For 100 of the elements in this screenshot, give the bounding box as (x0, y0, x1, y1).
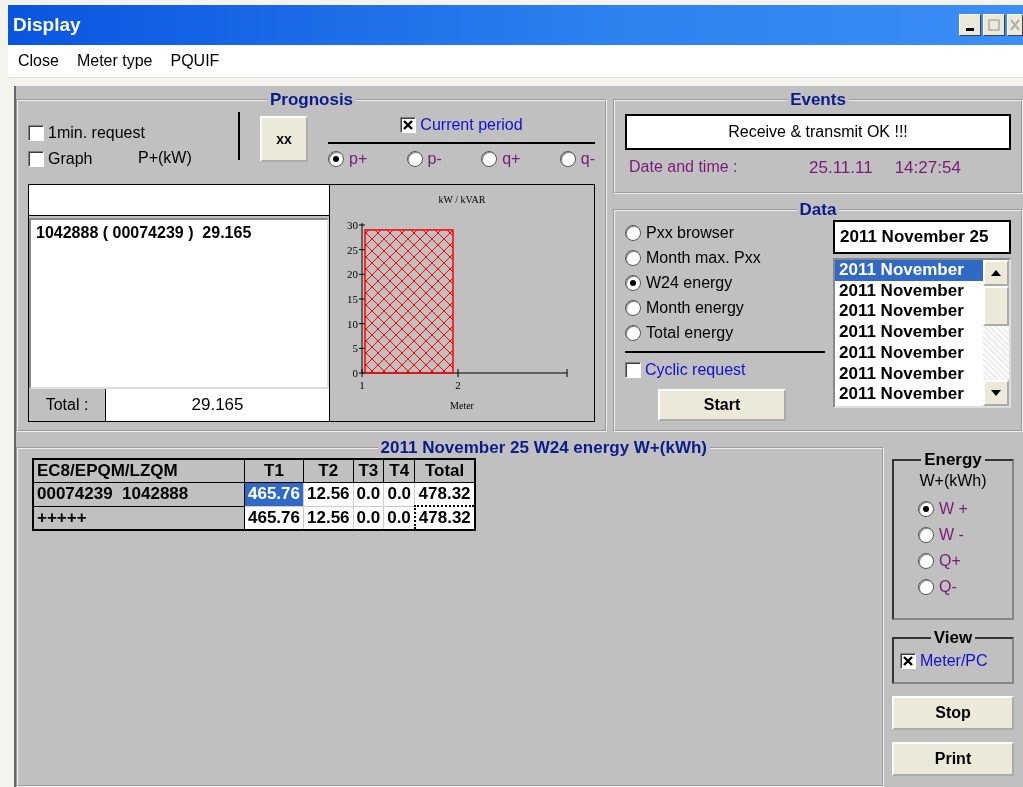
table-cell[interactable]: 478.32 (414, 506, 475, 530)
radio-button[interactable] (918, 553, 934, 569)
tick-label: 20 (347, 268, 358, 281)
radio-label: Total energy (646, 323, 734, 342)
radio-option[interactable]: Q+ (918, 548, 1006, 574)
radio-option[interactable]: W - (918, 522, 1006, 548)
list-item[interactable]: 2011 November (835, 363, 983, 385)
radio-label: Q+ (939, 552, 961, 570)
column-header: EC8/EPQM/LZQM (33, 459, 245, 483)
checkbox-box[interactable] (900, 653, 916, 669)
action-button[interactable]: Stop (892, 696, 1014, 730)
list-item[interactable]: 2011 November (835, 384, 983, 405)
checkbox-label: Meter/PC (920, 652, 988, 670)
date-value: 25.11.11 (809, 158, 873, 178)
column-header: T3 (353, 459, 384, 483)
list-row[interactable]: 1042888 ( 00074239 ) 29.165 (36, 224, 322, 242)
radio-label: Month max. Pxx (646, 248, 761, 267)
column-header: Total (414, 459, 475, 483)
menu-item[interactable]: PQUIF (170, 52, 220, 70)
radio-label: p- (427, 150, 442, 168)
minimize-button[interactable] (959, 14, 981, 36)
column-header: T4 (383, 459, 415, 483)
checkbox-box[interactable] (28, 125, 44, 141)
scroll-down-button[interactable] (983, 380, 1009, 406)
group-title: Data (798, 200, 838, 220)
close-icon (1010, 19, 1020, 31)
radio-option[interactable]: p+ (328, 150, 368, 168)
radio-button[interactable] (481, 151, 498, 167)
table-cell[interactable]: +++++ (33, 506, 245, 530)
close-button[interactable] (1007, 14, 1023, 36)
start-button[interactable]: Start (658, 389, 786, 421)
radio-button[interactable] (559, 151, 576, 167)
column-header: T1 (244, 459, 304, 483)
list-item[interactable]: 2011 November (835, 342, 983, 364)
checkbox[interactable]: Meter/PC (900, 648, 988, 674)
radio-button[interactable] (918, 527, 934, 543)
scroll-up-button[interactable] (983, 260, 1009, 286)
maximize-icon (988, 19, 1000, 31)
radio-button[interactable] (918, 579, 934, 595)
radio-option[interactable]: W24 energy (625, 270, 825, 295)
radio-option[interactable]: p- (406, 150, 442, 168)
group-title: 2011 November 25 W24 energy W+(kWh) (379, 438, 708, 458)
message-field: Receive & transmit OK !!! (625, 114, 1011, 150)
checkbox-box[interactable] (400, 117, 417, 133)
radio-button[interactable] (328, 151, 344, 167)
radio-option[interactable]: Month energy (625, 295, 825, 320)
checkbox-label: 1min. request (48, 124, 145, 142)
radio-button[interactable] (625, 224, 641, 241)
column-header: T2 (303, 459, 354, 483)
radio-label: Month energy (646, 298, 744, 317)
total-value: 29.165 (105, 389, 329, 421)
datetime-label: Date and time : (629, 158, 739, 177)
action-button[interactable]: Print (892, 742, 1014, 776)
maximize-button[interactable] (983, 14, 1005, 36)
tick-label: 30 (347, 219, 358, 231)
table-cell[interactable]: 00074239 1042888 (33, 482, 245, 506)
date-field[interactable]: 2011 November 25 (833, 220, 1011, 254)
radio-option[interactable]: Total energy (625, 320, 825, 345)
checkbox-label: Graph (48, 150, 93, 168)
checkbox[interactable]: Current period (400, 112, 523, 138)
checkbox[interactable]: Cyclic request (625, 357, 746, 383)
radio-button[interactable] (625, 299, 641, 316)
radio-label: p+ (349, 150, 368, 168)
radio-option[interactable]: Pxx browser (625, 220, 825, 245)
radio-button[interactable] (625, 249, 641, 266)
scroll-thumb[interactable] (983, 286, 1009, 326)
window-title: Display (12, 14, 81, 36)
list-item[interactable]: 2011 November (835, 322, 983, 343)
checkbox-box[interactable] (28, 151, 44, 167)
radio-option[interactable]: W + (918, 496, 1006, 522)
scrollbar[interactable] (983, 260, 1009, 406)
list-item[interactable]: 2011 November (835, 260, 983, 281)
menu-item[interactable]: Meter type (76, 52, 153, 70)
radio-option[interactable]: q- (559, 150, 595, 168)
tick-label: 25 (347, 243, 358, 256)
xx-button[interactable]: xx (260, 116, 308, 162)
list-item[interactable]: 2011 November (835, 280, 983, 302)
tick-label: 5 (352, 342, 358, 355)
unit-label: W+(kWh) (918, 472, 988, 490)
group-title: View (932, 628, 974, 648)
radio-option[interactable]: q+ (481, 150, 521, 168)
tick-label: 10 (347, 317, 358, 330)
radio-button[interactable] (918, 501, 934, 517)
total-label: Total : (44, 395, 90, 415)
checkbox[interactable]: Graph (28, 146, 93, 172)
group-title: Energy (923, 450, 983, 470)
tick-label: 0 (352, 367, 358, 379)
radio-label: W - (939, 526, 964, 544)
tick-label: 15 (347, 293, 358, 305)
time-value: 14:27:54 (894, 158, 961, 178)
radio-option[interactable]: Month max. Pxx (625, 245, 825, 270)
checkbox-label: Current period (420, 116, 523, 134)
list-item[interactable]: 2011 November (835, 301, 983, 323)
unit-label: P+(kW) (138, 149, 192, 167)
radio-label: W + (939, 500, 968, 518)
radio-option[interactable]: Q- (918, 574, 1006, 600)
checkbox[interactable]: 1min. request (28, 120, 145, 146)
checkbox-box[interactable] (625, 362, 641, 378)
menu-item[interactable]: Close (18, 52, 59, 70)
tick-label: 2 (455, 379, 461, 391)
